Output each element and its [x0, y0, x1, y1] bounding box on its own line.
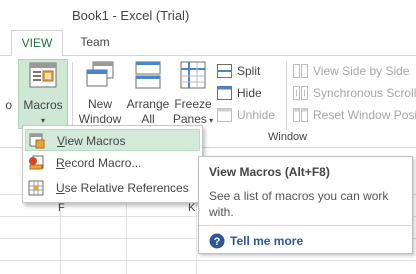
record-macro-icon — [28, 155, 44, 178]
relative-references-label-rest: se Relative References — [64, 181, 189, 195]
menu-item-use-relative-references[interactable]: Use Relative References — [25, 177, 200, 199]
ribbon-tabs: VIEW Team — [0, 30, 416, 56]
relative-references-icon — [28, 180, 44, 203]
record-macro-accesskey: R — [56, 156, 65, 170]
new-window-button[interactable]: New Window — [76, 59, 124, 129]
split-icon — [217, 64, 232, 84]
freeze-panes-icon — [172, 59, 214, 95]
column-header-partial: K — [188, 202, 196, 214]
tab-team[interactable]: Team — [72, 30, 118, 56]
tab-view[interactable]: VIEW — [11, 30, 63, 56]
macros-icon — [19, 60, 67, 96]
view-macros-tooltip: View Macros (Alt+F8) See a list of macro… — [198, 156, 413, 254]
column-header-partial: F — [58, 202, 65, 214]
macros-button[interactable]: Macros ▾ — [18, 59, 68, 129]
help-icon: ? — [209, 233, 225, 252]
grid-row-line — [0, 260, 416, 261]
use-relative-references-label: Use Relative References — [56, 177, 189, 199]
tell-me-more-label: Tell me more — [230, 234, 304, 248]
macros-dropdown-menu: View Macros Record Macro... Use Relative… — [22, 125, 203, 203]
column-separator — [286, 62, 287, 130]
hide-icon — [217, 86, 232, 106]
unhide-label: Unhide — [237, 108, 276, 122]
arrange-all-label-1: Arrange — [126, 97, 170, 111]
split-label: Split — [237, 64, 261, 78]
freeze-panes-label-1: Freeze — [174, 97, 212, 111]
relative-references-accesskey: U — [56, 181, 65, 195]
record-macro-label: Record Macro... — [56, 152, 141, 174]
new-window-label-1: New — [87, 97, 112, 111]
zoom-to-selection-button-partial[interactable]: o — [0, 59, 12, 129]
freeze-panes-button[interactable]: Freeze Panes ▾ — [172, 59, 214, 129]
title-bar: Book1 - Excel (Trial) — [0, 0, 416, 30]
unhide-icon — [217, 108, 232, 128]
tooltip-description: See a list of macros you can work with. — [209, 189, 389, 219]
view-macros-accesskey: V — [57, 134, 65, 148]
window-title: Book1 - Excel (Trial) — [72, 8, 190, 23]
arrange-all-button[interactable]: Arrange All — [126, 59, 170, 129]
macros-label: Macros — [23, 98, 63, 112]
new-window-icon — [76, 59, 124, 95]
side-by-side-icon — [293, 64, 308, 84]
view-macros-label: View Macros — [57, 130, 125, 152]
sync-scroll-icon — [293, 86, 308, 106]
menu-item-record-macro[interactable]: Record Macro... — [25, 152, 200, 174]
synchronous-scrolling-label: Synchronous Scrolli — [313, 86, 416, 100]
arrange-all-icon — [126, 59, 170, 95]
freeze-panes-label-2: Panes — [172, 112, 207, 126]
view-macros-label-rest: iew Macros — [64, 134, 126, 148]
tooltip-divider — [199, 225, 412, 226]
hide-label: Hide — [237, 86, 262, 100]
reset-position-icon — [293, 108, 308, 128]
zoom-fragment-label: o — [5, 98, 12, 112]
svg-text:?: ? — [214, 236, 221, 248]
menu-item-view-macros[interactable]: View Macros — [25, 129, 200, 151]
tooltip-title: View Macros (Alt+F8) — [209, 165, 330, 179]
reset-window-position-label: Reset Window Posi — [313, 108, 416, 122]
chevron-down-icon: ▾ — [206, 116, 214, 125]
view-side-by-side-label: View Side by Side — [313, 64, 410, 78]
group-label-window: Window — [268, 131, 308, 143]
record-macro-label-rest: ecord Macro... — [64, 156, 142, 170]
